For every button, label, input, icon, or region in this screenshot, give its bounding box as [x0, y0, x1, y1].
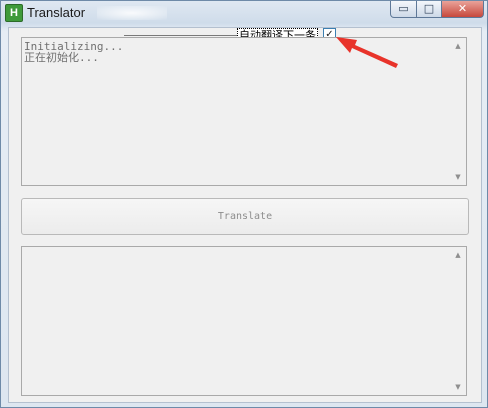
scroll-down-icon[interactable]: ▼ [450, 169, 466, 185]
scroll-up-icon[interactable]: ▲ [450, 247, 466, 263]
source-scrollbar[interactable]: ▲ ▼ [450, 38, 466, 185]
close-button[interactable]: ✕ [441, 1, 484, 18]
app-icon: H [5, 4, 23, 22]
title-glow [97, 6, 167, 20]
separator-line [124, 35, 237, 36]
title-bar[interactable]: H Translator ▭ □ ✕ [1, 1, 487, 27]
source-textbox[interactable]: Initializing... 正在初始化... ▲ ▼ [21, 37, 467, 186]
source-text: Initializing... 正在初始化... [24, 40, 124, 64]
client-area: 自动翻译下一条 ✓ Initializing... 正在初始化... ▲ ▼ T… [8, 27, 482, 403]
scroll-up-icon[interactable]: ▲ [450, 38, 466, 54]
window-title: Translator [27, 5, 86, 20]
output-scrollbar[interactable]: ▲ ▼ [450, 247, 466, 395]
app-window: H Translator ▭ □ ✕ 自动翻译下一条 ✓ Initializin… [0, 0, 488, 408]
scroll-down-icon[interactable]: ▼ [450, 379, 466, 395]
output-textbox[interactable]: ▲ ▼ [21, 246, 467, 396]
translate-button[interactable]: Translate [21, 198, 469, 235]
minimize-button[interactable]: ▭ [390, 1, 417, 18]
maximize-button[interactable]: □ [416, 1, 442, 18]
